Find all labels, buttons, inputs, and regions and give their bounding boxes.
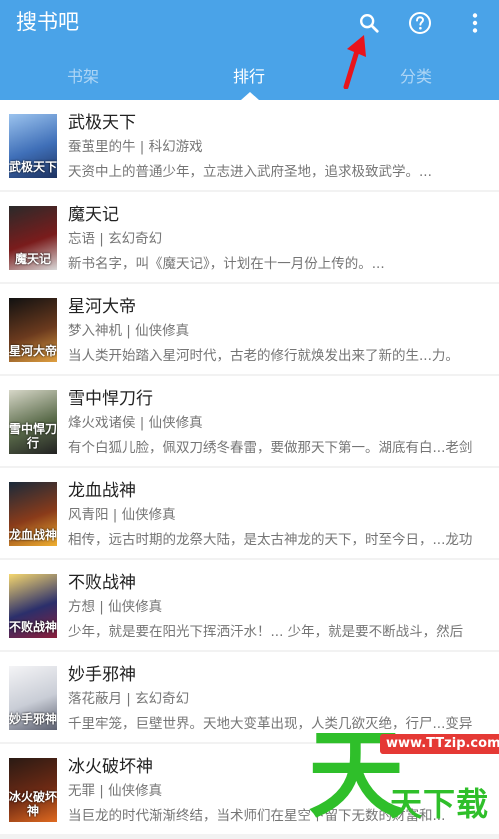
book-row[interactable]: 武极天下 武极天下 蚕茧里的牛 | 科幻游戏 天资中上的普通少年，立志进入武府圣…	[0, 100, 499, 190]
app-bar: 搜书吧 书架 排行 分类	[0, 0, 499, 100]
book-title: 雪中悍刀行	[68, 389, 153, 409]
book-row[interactable]: 星河大帝 星河大帝 梦入神机 | 仙侠修真 当人类开始踏入星河时代，古老的修行就…	[0, 284, 499, 374]
book-title: 妙手邪神	[68, 665, 136, 685]
help-circle-icon	[409, 12, 431, 34]
book-cover: 星河大帝	[9, 298, 57, 362]
book-row[interactable]: 不败战神 不败战神 方想 | 仙侠修真 少年，就是要在阳光下挥洒汗水！... 少…	[0, 560, 499, 650]
app-title: 搜书吧	[16, 10, 79, 34]
book-cover-title: 武极天下	[9, 160, 57, 174]
book-author-genre: 蚕茧里的牛 | 科幻游戏	[68, 139, 203, 155]
book-cover-title: 星河大帝	[9, 344, 57, 358]
active-tab-indicator	[241, 92, 259, 100]
book-description: 当人类开始踏入星河时代，古老的修行就焕发出来了新的生...力。	[68, 348, 459, 364]
book-title: 武极天下	[68, 113, 136, 133]
book-row[interactable]: 魔天记 魔天记 忘语 | 玄幻奇幻 新书名字，叫《魔天记》，计划在十一月份上传的…	[0, 192, 499, 282]
book-cover-title: 不败战神	[9, 620, 57, 634]
site-watermark: 天 www.TTzip.com 天下载	[300, 716, 499, 839]
more-options-button[interactable]	[460, 8, 490, 38]
book-cover: 冰火破坏神	[9, 758, 57, 822]
book-cover: 妙手邪神	[9, 666, 57, 730]
book-author-genre: 落花蔽月 | 玄幻奇幻	[68, 691, 190, 707]
book-description: 新书名字，叫《魔天记》，计划在十一月份上传的。...	[68, 256, 385, 272]
book-author-genre: 烽火戏诸侯 | 仙侠修真	[68, 415, 203, 431]
book-title: 不败战神	[68, 573, 136, 593]
book-author-genre: 梦入神机 | 仙侠修真	[68, 323, 190, 339]
more-vertical-icon	[472, 13, 478, 33]
search-icon	[360, 14, 379, 33]
book-cover: 不败战神	[9, 574, 57, 638]
book-title: 龙血战神	[68, 481, 136, 501]
book-author-genre: 无罪 | 仙侠修真	[68, 783, 163, 799]
book-author-genre: 风青阳 | 仙侠修真	[68, 507, 176, 523]
book-description: 少年，就是要在阳光下挥洒汗水！... 少年，就是要不断战斗，然后	[68, 624, 464, 640]
book-title: 魔天记	[68, 205, 119, 225]
book-cover-title: 冰火破坏神	[9, 790, 57, 818]
book-description: 天资中上的普通少年，立志进入武府圣地，追求极致武学。...	[68, 164, 432, 180]
book-title: 冰火破坏神	[68, 757, 153, 777]
book-cover: 龙血战神	[9, 482, 57, 546]
watermark-text: 天下载	[390, 785, 490, 823]
help-button[interactable]	[405, 8, 435, 38]
book-cover: 武极天下	[9, 114, 57, 178]
book-cover-title: 魔天记	[14, 252, 51, 266]
book-cover: 魔天记	[9, 206, 57, 270]
book-cover-title: 龙血战神	[9, 528, 57, 542]
book-cover-title: 雪中悍刀行	[9, 422, 57, 450]
book-row[interactable]: 龙血战神 龙血战神 风青阳 | 仙侠修真 相传，远古时期的龙祭大陆，是太古神龙的…	[0, 468, 499, 558]
watermark-url: www.TTzip.com	[380, 734, 499, 754]
book-description: 相传，远古时期的龙祭大陆，是太古神龙的天下，时至今日，...龙功	[68, 532, 473, 548]
tab-bookshelf[interactable]: 书架	[0, 60, 166, 100]
book-cover-title: 妙手邪神	[9, 712, 57, 726]
book-title: 星河大帝	[68, 297, 136, 317]
book-row[interactable]: 雪中悍刀行 雪中悍刀行 烽火戏诸侯 | 仙侠修真 有个白狐儿脸，佩双刀绣冬春雷，…	[0, 376, 499, 466]
book-cover: 雪中悍刀行	[9, 390, 57, 454]
book-author-genre: 忘语 | 玄幻奇幻	[68, 231, 163, 247]
book-description: 有个白狐儿脸，佩双刀绣冬春雷，要做那天下第一。湖底有白...老剑	[68, 440, 473, 456]
tab-category[interactable]: 分类	[333, 60, 499, 100]
book-author-genre: 方想 | 仙侠修真	[68, 599, 163, 615]
